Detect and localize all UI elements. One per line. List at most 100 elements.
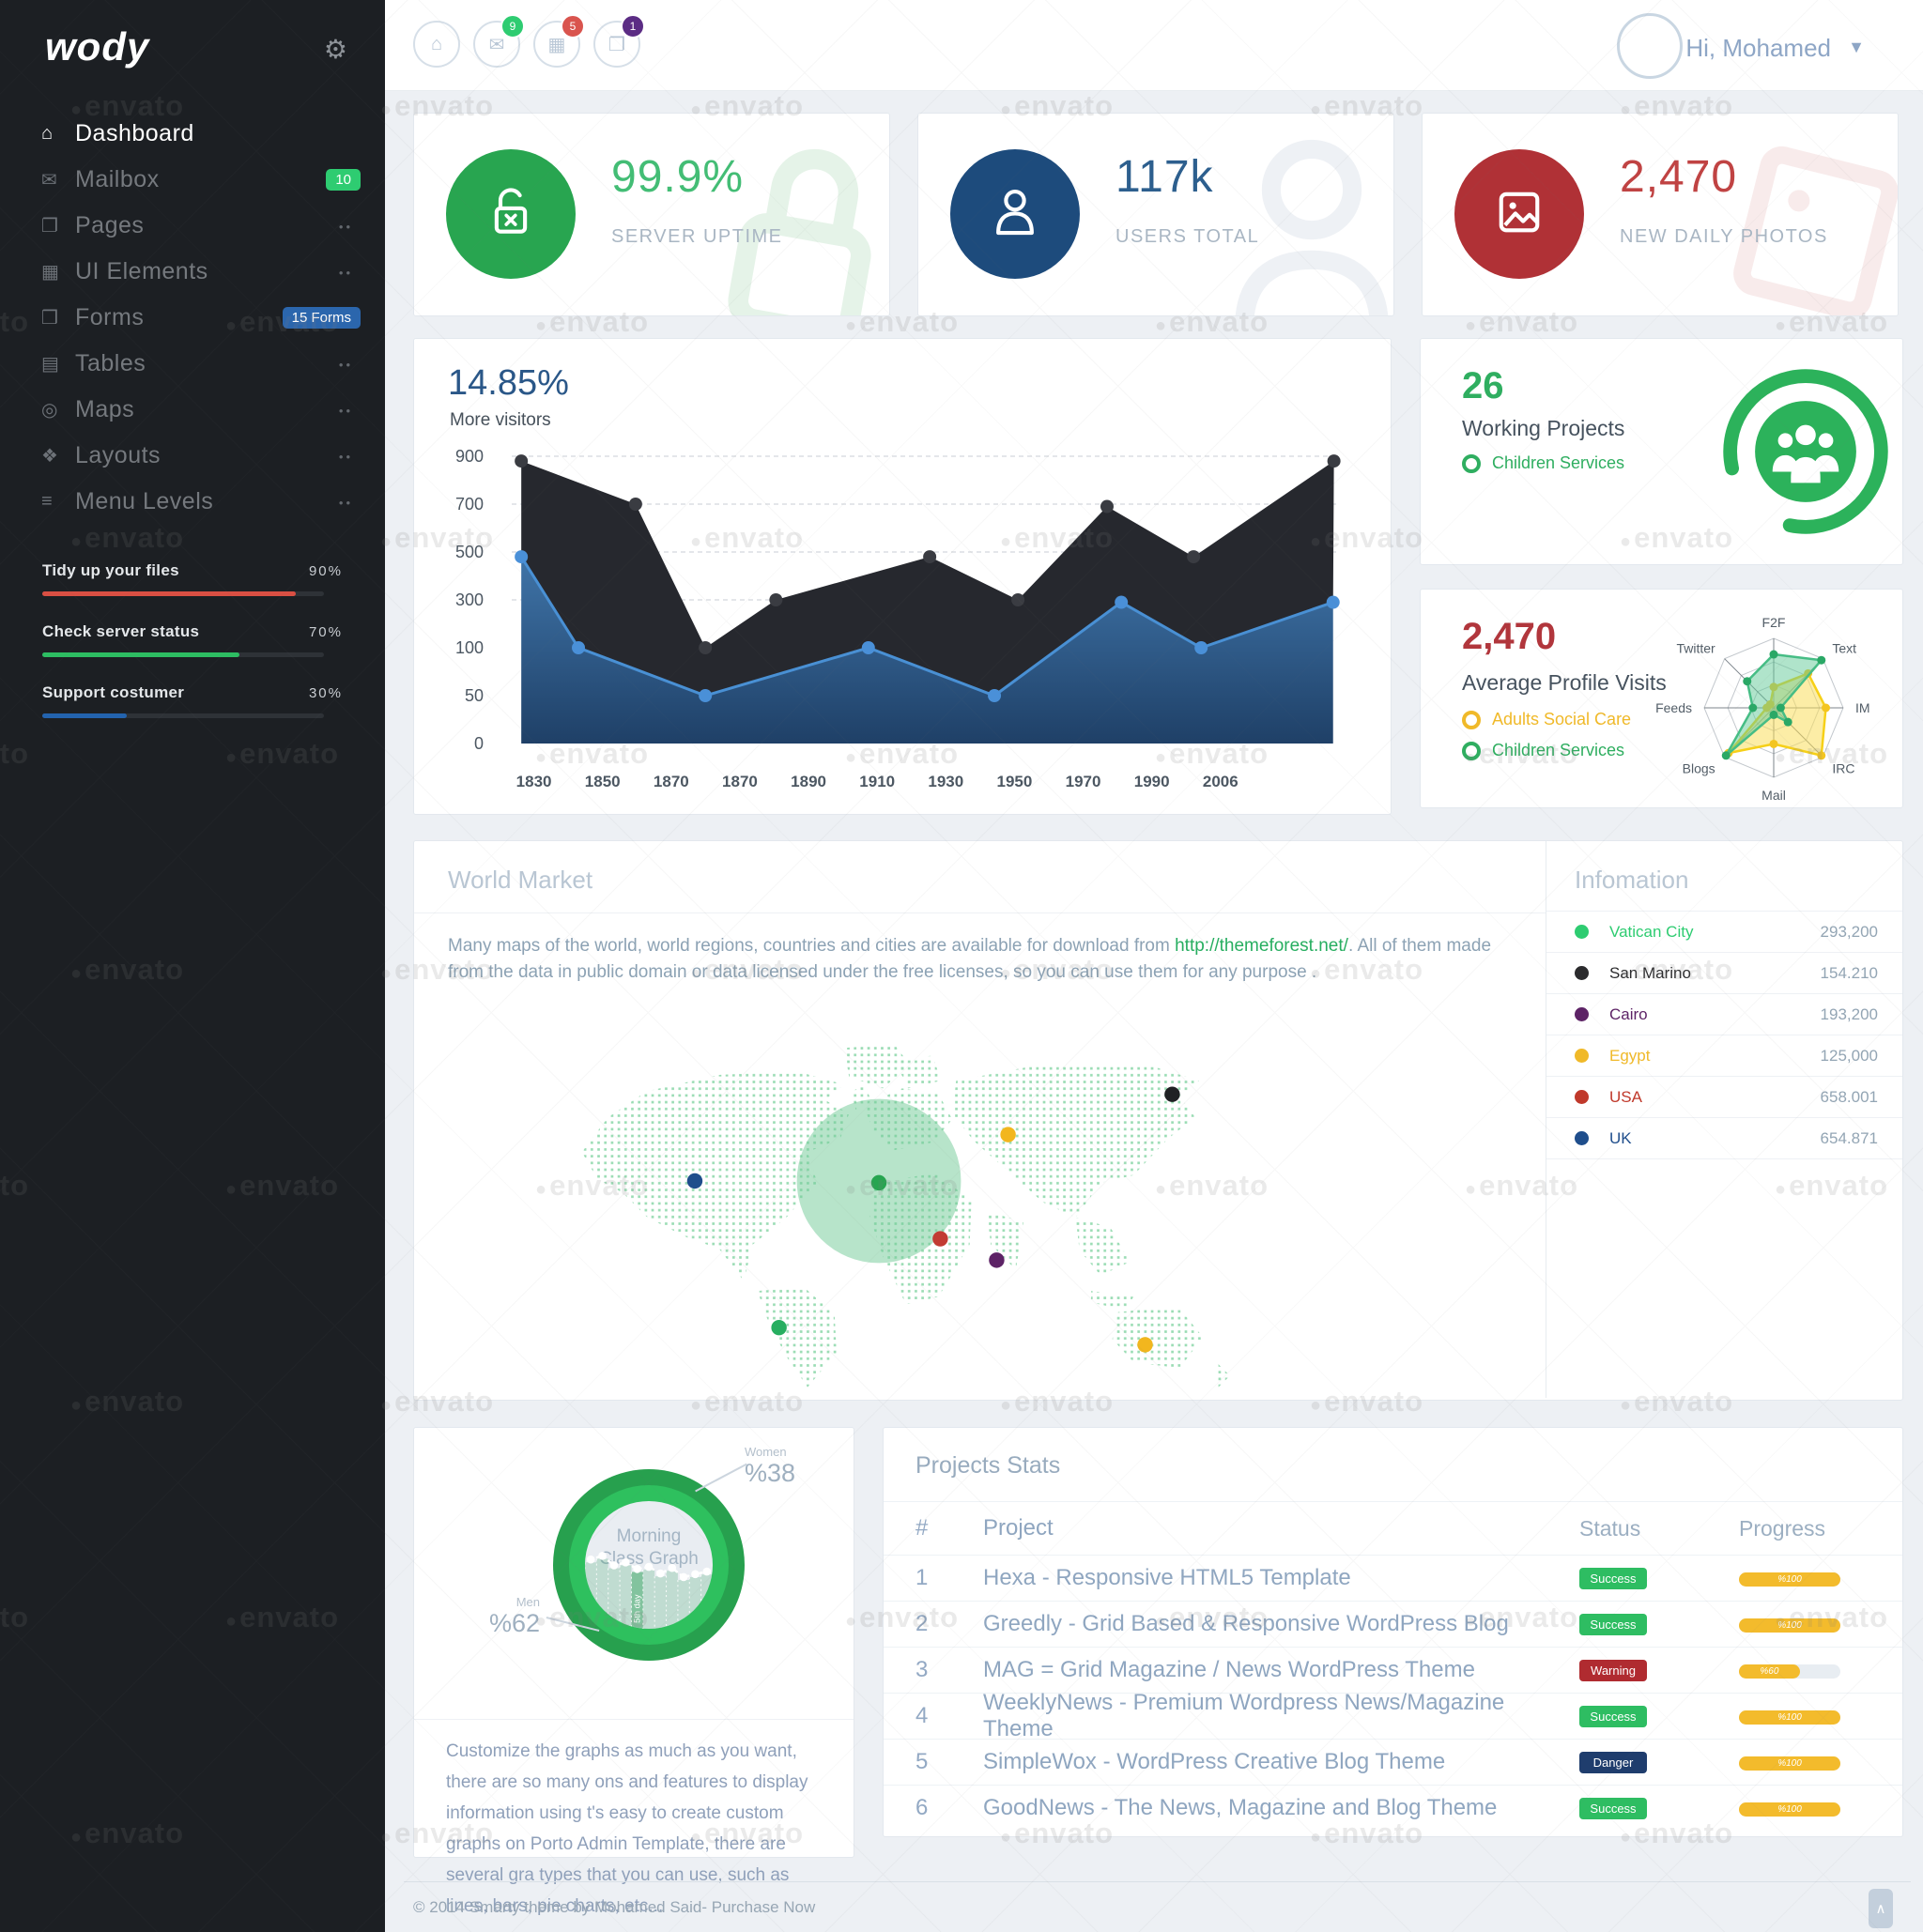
table-row[interactable]: 6GoodNews - The News, Magazine and Blog … — [884, 1785, 1902, 1831]
column-header: Project — [983, 1515, 1579, 1541]
stat-icon-circle — [1454, 149, 1584, 279]
svg-text:1850: 1850 — [585, 773, 621, 790]
sidebar-item-mailbox[interactable]: ✉Mailbox10 — [0, 157, 385, 203]
map-marker[interactable] — [771, 1320, 786, 1335]
progress-cell: %100 — [1739, 1708, 1870, 1725]
pages-icon: ❐ — [608, 33, 625, 56]
sidebar-item-label: Menu Levels — [75, 488, 213, 515]
column-header: Status — [1579, 1516, 1739, 1541]
status-cell: Danger — [1579, 1752, 1739, 1773]
column-header: # — [915, 1515, 983, 1541]
task-row: Check server status70% — [42, 622, 343, 641]
working-projects-label: Working Projects — [1462, 416, 1624, 441]
submenu-dots-icon: •• — [339, 496, 353, 510]
mail-icon: ✉ — [489, 33, 505, 56]
table-row[interactable]: 2Greedly - Grid Based & Responsive WordP… — [884, 1601, 1902, 1647]
svg-text:Feeds: Feeds — [1655, 700, 1692, 715]
user-icon — [984, 181, 1046, 248]
sidebar-item-pages[interactable]: ❐Pages•• — [0, 203, 385, 249]
sidebar-item-label: Maps — [75, 396, 134, 423]
sidebar-item-ui-elements[interactable]: ▦UI Elements•• — [0, 249, 385, 295]
task-progressbar[interactable] — [42, 713, 324, 718]
avatar[interactable] — [1617, 13, 1683, 79]
task-percent: 70% — [309, 624, 343, 640]
submenu-dots-icon: •• — [339, 266, 353, 280]
map-marker[interactable] — [1164, 1086, 1179, 1101]
progress-fill: %100 — [1739, 1572, 1840, 1587]
svg-text:IM: IM — [1855, 700, 1870, 715]
gear-icon[interactable]: ⚙ — [324, 34, 347, 65]
country-label: Vatican City — [1609, 923, 1821, 942]
map-marker[interactable] — [871, 1175, 886, 1190]
map-marker[interactable] — [1137, 1337, 1152, 1352]
watermark-leaf-icon: ● — [1465, 315, 1477, 336]
progress-bar: %60 — [1739, 1664, 1840, 1679]
dashboard-page: wody ⚙ ⌂Dashboard✉Mailbox10❐Pages••▦UI E… — [0, 0, 1923, 1932]
sidebar-item-dashboard[interactable]: ⌂Dashboard — [0, 111, 385, 157]
mail-shortcut-button[interactable]: ✉9 — [473, 21, 520, 68]
progress-fill: %100 — [1739, 1618, 1840, 1633]
table-row[interactable]: 5SimpleWox - WordPress Creative Blog The… — [884, 1739, 1902, 1785]
information-row[interactable]: Egypt125,000 — [1546, 1035, 1902, 1077]
status-badge: Success — [1579, 1568, 1647, 1589]
sidebar-item-maps[interactable]: ◎Maps•• — [0, 387, 385, 433]
home-icon: ⌂ — [431, 34, 442, 55]
project-name: Hexa - Responsive HTML5 Template — [983, 1565, 1579, 1591]
map-marker[interactable] — [1000, 1127, 1015, 1142]
information-row[interactable]: San Marino154.210 — [1546, 953, 1902, 994]
table-row[interactable]: 4WeeklyNews - Premium Wordpress News/Mag… — [884, 1693, 1902, 1739]
svg-text:5th day: 5th day — [633, 1594, 642, 1623]
country-dot-icon — [1575, 966, 1589, 980]
back-to-top-button[interactable]: ∧ — [1869, 1889, 1893, 1928]
pages-shortcut-button[interactable]: ❐1 — [593, 21, 640, 68]
projects-table: #ProjectStatusProgress1Hexa - Responsive… — [884, 1501, 1902, 1831]
country-value: 654.871 — [1821, 1129, 1878, 1148]
ui-shortcut-button[interactable]: ▦5 — [533, 21, 580, 68]
home-icon: ⌂ — [41, 123, 75, 145]
stat-value: 99.9% — [611, 151, 744, 203]
project-name: MAG = Grid Magazine / News WordPress The… — [983, 1657, 1579, 1683]
information-row[interactable]: USA658.001 — [1546, 1077, 1902, 1118]
sidebar-badge: 15 Forms — [283, 307, 361, 329]
visitors-area-chart: 9007005003001005001830185018701870189019… — [442, 437, 1351, 799]
sidebar-item-label: Dashboard — [75, 120, 194, 147]
sidebar-item-label: Pages — [75, 212, 144, 239]
map-marker[interactable] — [932, 1231, 947, 1246]
task-progress-fill — [42, 591, 296, 596]
divider — [414, 912, 1546, 913]
progress-bar: %100 — [1739, 1802, 1840, 1817]
themeforest-link[interactable]: http://themeforest.net/ — [1175, 936, 1348, 956]
map-marker[interactable] — [989, 1252, 1004, 1267]
information-row[interactable]: Cairo193,200 — [1546, 994, 1902, 1035]
svg-text:2006: 2006 — [1203, 773, 1238, 790]
svg-text:300: 300 — [455, 590, 484, 609]
progress-bar: %100 — [1739, 1756, 1840, 1771]
map-marker[interactable] — [687, 1173, 702, 1188]
task-label: Tidy up your files — [42, 561, 179, 580]
svg-text:100: 100 — [455, 638, 484, 657]
submenu-dots-icon: •• — [339, 450, 353, 464]
task-progressbar[interactable] — [42, 591, 324, 596]
table-row[interactable]: 1Hexa - Responsive HTML5 TemplateSuccess… — [884, 1555, 1902, 1601]
information-row[interactable]: UK654.871 — [1546, 1118, 1902, 1159]
project-number: 6 — [915, 1795, 983, 1821]
legend-item[interactable]: Children Services — [1462, 741, 1624, 760]
information-row[interactable]: Vatican City293,200 — [1546, 911, 1902, 953]
task-progressbar[interactable] — [42, 652, 324, 657]
chevron-down-icon[interactable]: ▼ — [1848, 38, 1865, 57]
sidebar-item-tables[interactable]: ▤Tables•• — [0, 341, 385, 387]
sidebar-item-layouts[interactable]: ❖Layouts•• — [0, 433, 385, 479]
legend-item[interactable]: Adults Social Care — [1462, 710, 1631, 729]
sidebar-item-forms[interactable]: ❒Forms15 Forms — [0, 295, 385, 341]
svg-text:500: 500 — [455, 543, 484, 561]
country-label: Cairo — [1609, 1005, 1821, 1024]
women-callout: Women %38 — [745, 1445, 795, 1488]
sidebar-item-menu-levels[interactable]: ≡Menu Levels•• — [0, 479, 385, 525]
status-badge: Danger — [1579, 1752, 1647, 1773]
home-shortcut-button[interactable]: ⌂ — [413, 21, 460, 68]
working-projects-value: 26 — [1462, 365, 1504, 407]
legend-item[interactable]: Children Services — [1462, 453, 1624, 473]
ui-icon: ▦ — [548, 33, 566, 56]
user-greeting[interactable]: Hi, Mohamed — [1685, 34, 1831, 63]
table-row[interactable]: 3MAG = Grid Magazine / News WordPress Th… — [884, 1647, 1902, 1693]
